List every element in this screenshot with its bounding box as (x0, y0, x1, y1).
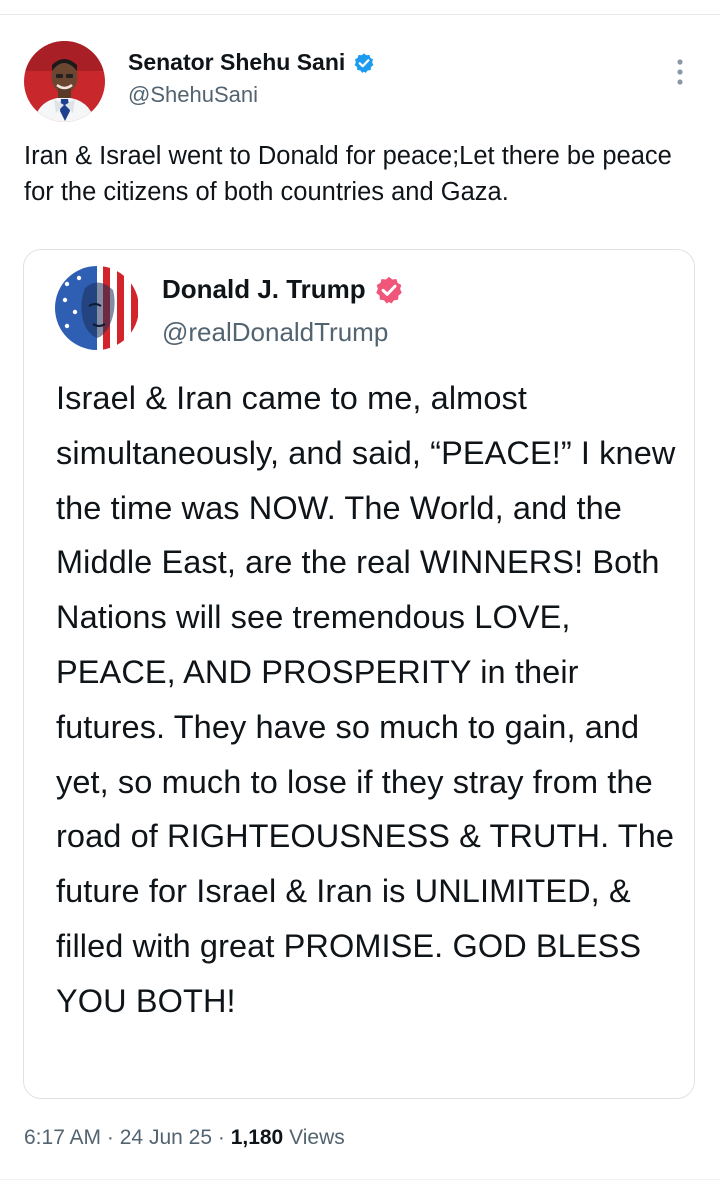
tweet-meta: 6:17 AM · 24 Jun 25 · 1,180 Views (24, 1126, 345, 1150)
tweet-time[interactable]: 6:17 AM (24, 1126, 101, 1149)
tweet-date[interactable]: 24 Jun 25 (120, 1126, 212, 1149)
top-divider (0, 14, 720, 15)
quoted-author-avatar[interactable] (55, 266, 139, 350)
meta-separator: · (217, 1126, 225, 1149)
views-count: 1,180 (230, 1126, 284, 1149)
quoted-author-name-row[interactable]: Donald J. Trump (162, 274, 404, 305)
quoted-author-handle[interactable]: @realDonaldTrump (162, 317, 388, 348)
views-label: Views (289, 1126, 345, 1149)
verified-badge-icon (374, 275, 404, 305)
author-name[interactable]: Senator Shehu Sani (128, 49, 345, 76)
tweet-text: Iran & Israel went to Donald for peace;L… (24, 142, 672, 206)
author-avatar[interactable] (24, 41, 105, 122)
author-handle[interactable]: @ShehuSani (128, 82, 258, 108)
quoted-tweet-text: Israel & Iran came to me, almost simulta… (56, 380, 676, 1019)
meta-separator: · (106, 1126, 114, 1149)
quoted-author-name[interactable]: Donald J. Trump (162, 274, 366, 305)
verified-badge-icon (353, 52, 375, 74)
author-name-row[interactable]: Senator Shehu Sani (128, 49, 375, 76)
more-options-icon[interactable] (668, 56, 692, 88)
